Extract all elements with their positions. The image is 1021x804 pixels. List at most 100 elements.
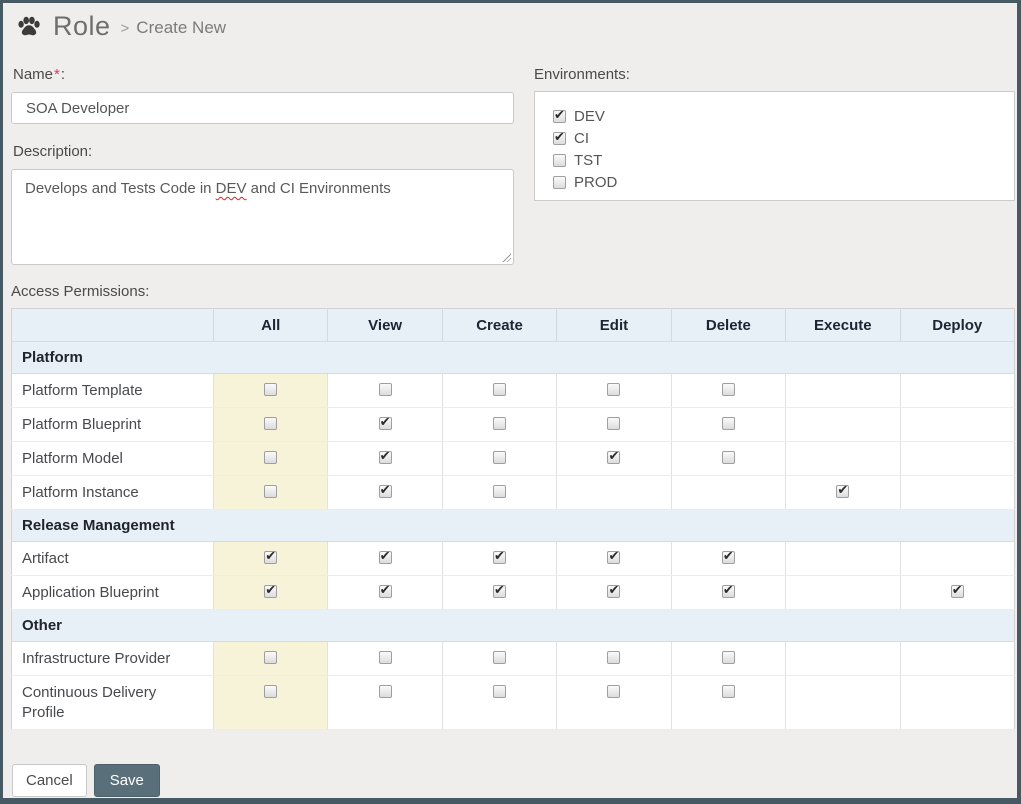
permission-cell-delete — [671, 676, 785, 730]
environments-list: DEVCITSTPROD — [553, 105, 1014, 193]
permission-cell-edit — [557, 374, 671, 408]
deploy-checkbox[interactable] — [951, 585, 964, 598]
permission-cell-view — [328, 442, 442, 476]
save-button[interactable]: Save — [94, 764, 160, 797]
all-checkbox[interactable] — [264, 551, 277, 564]
environment-option: PROD — [553, 171, 1014, 193]
create-checkbox[interactable] — [493, 451, 506, 464]
environment-option: DEV — [553, 105, 1014, 127]
all-checkbox[interactable] — [264, 585, 277, 598]
permission-row-label: Application Blueprint — [12, 576, 214, 610]
group-row: Release Management — [12, 510, 1015, 542]
create-checkbox[interactable] — [493, 551, 506, 564]
env-checkbox-tst[interactable] — [553, 154, 566, 167]
env-checkbox-dev[interactable] — [553, 110, 566, 123]
description-text-before: Develops and Tests Code in — [25, 180, 216, 197]
env-checkbox-ci[interactable] — [553, 132, 566, 145]
edit-checkbox[interactable] — [607, 451, 620, 464]
edit-checkbox[interactable] — [607, 585, 620, 598]
description-textarea[interactable]: Develops and Tests Code in DEV and CI En… — [11, 169, 514, 265]
permission-cell-deploy — [900, 642, 1014, 676]
all-checkbox[interactable] — [264, 417, 277, 430]
all-checkbox[interactable] — [264, 651, 277, 664]
permission-cell-delete — [671, 542, 785, 576]
view-checkbox[interactable] — [379, 383, 392, 396]
permission-cell-deploy — [900, 676, 1014, 730]
edit-checkbox[interactable] — [607, 383, 620, 396]
edit-checkbox[interactable] — [607, 551, 620, 564]
permission-cell-delete — [671, 374, 785, 408]
create-checkbox[interactable] — [493, 417, 506, 430]
permission-cell-all — [214, 542, 328, 576]
edit-checkbox[interactable] — [607, 685, 620, 698]
permission-cell-all — [214, 408, 328, 442]
create-checkbox[interactable] — [493, 685, 506, 698]
all-checkbox[interactable] — [264, 685, 277, 698]
delete-checkbox[interactable] — [722, 383, 735, 396]
execute-checkbox[interactable] — [836, 485, 849, 498]
view-checkbox[interactable] — [379, 451, 392, 464]
all-checkbox[interactable] — [264, 485, 277, 498]
permission-cell-deploy — [900, 542, 1014, 576]
view-checkbox[interactable] — [379, 685, 392, 698]
permission-cell-all — [214, 476, 328, 510]
env-checkbox-prod[interactable] — [553, 176, 566, 189]
permission-cell-view — [328, 642, 442, 676]
permission-cell-all — [214, 576, 328, 610]
permission-row-label: Platform Template — [12, 374, 214, 408]
view-checkbox[interactable] — [379, 585, 392, 598]
permission-cell-execute — [786, 576, 900, 610]
cancel-button[interactable]: Cancel — [12, 764, 87, 797]
view-checkbox[interactable] — [379, 551, 392, 564]
column-header-execute: Execute — [786, 309, 900, 342]
permission-row: Platform Instance — [12, 476, 1015, 510]
permission-row-label: Infrastructure Provider — [12, 642, 214, 676]
delete-checkbox[interactable] — [722, 451, 735, 464]
name-input[interactable] — [11, 92, 514, 124]
permission-cell-deploy — [900, 476, 1014, 510]
permission-cell-delete — [671, 408, 785, 442]
paw-icon — [16, 14, 42, 40]
delete-checkbox[interactable] — [722, 685, 735, 698]
view-checkbox[interactable] — [379, 417, 392, 430]
permission-cell-create — [442, 576, 556, 610]
create-checkbox[interactable] — [493, 383, 506, 396]
permission-cell-execute — [786, 676, 900, 730]
column-header-deploy: Deploy — [900, 309, 1014, 342]
resize-handle-icon[interactable] — [501, 252, 511, 262]
edit-checkbox[interactable] — [607, 651, 620, 664]
permission-row: Artifact — [12, 542, 1015, 576]
permission-cell-all — [214, 442, 328, 476]
delete-checkbox[interactable] — [722, 417, 735, 430]
view-checkbox[interactable] — [379, 651, 392, 664]
permission-cell-edit — [557, 576, 671, 610]
breadcrumb-separator-icon: > — [121, 20, 130, 37]
create-checkbox[interactable] — [493, 585, 506, 598]
permission-cell-execute — [786, 408, 900, 442]
permission-cell-execute — [786, 442, 900, 476]
permission-cell-create — [442, 476, 556, 510]
delete-checkbox[interactable] — [722, 651, 735, 664]
required-marker: * — [54, 66, 60, 83]
create-checkbox[interactable] — [493, 485, 506, 498]
delete-checkbox[interactable] — [722, 585, 735, 598]
permission-row-label: Platform Blueprint — [12, 408, 214, 442]
environment-option: TST — [553, 149, 1014, 171]
permission-row: Platform Template — [12, 374, 1015, 408]
delete-checkbox[interactable] — [722, 551, 735, 564]
permission-cell-create — [442, 676, 556, 730]
permission-cell-edit — [557, 642, 671, 676]
all-checkbox[interactable] — [264, 383, 277, 396]
permission-row-label: Artifact — [12, 542, 214, 576]
permission-cell-all — [214, 642, 328, 676]
create-checkbox[interactable] — [493, 651, 506, 664]
all-checkbox[interactable] — [264, 451, 277, 464]
access-permissions-label: Access Permissions: — [11, 283, 149, 300]
edit-checkbox[interactable] — [607, 417, 620, 430]
environments-box: DEVCITSTPROD — [534, 91, 1015, 201]
permission-cell-view — [328, 476, 442, 510]
permission-cell-all — [214, 676, 328, 730]
permission-cell-edit — [557, 542, 671, 576]
view-checkbox[interactable] — [379, 485, 392, 498]
breadcrumb-role[interactable]: Role — [53, 11, 111, 42]
